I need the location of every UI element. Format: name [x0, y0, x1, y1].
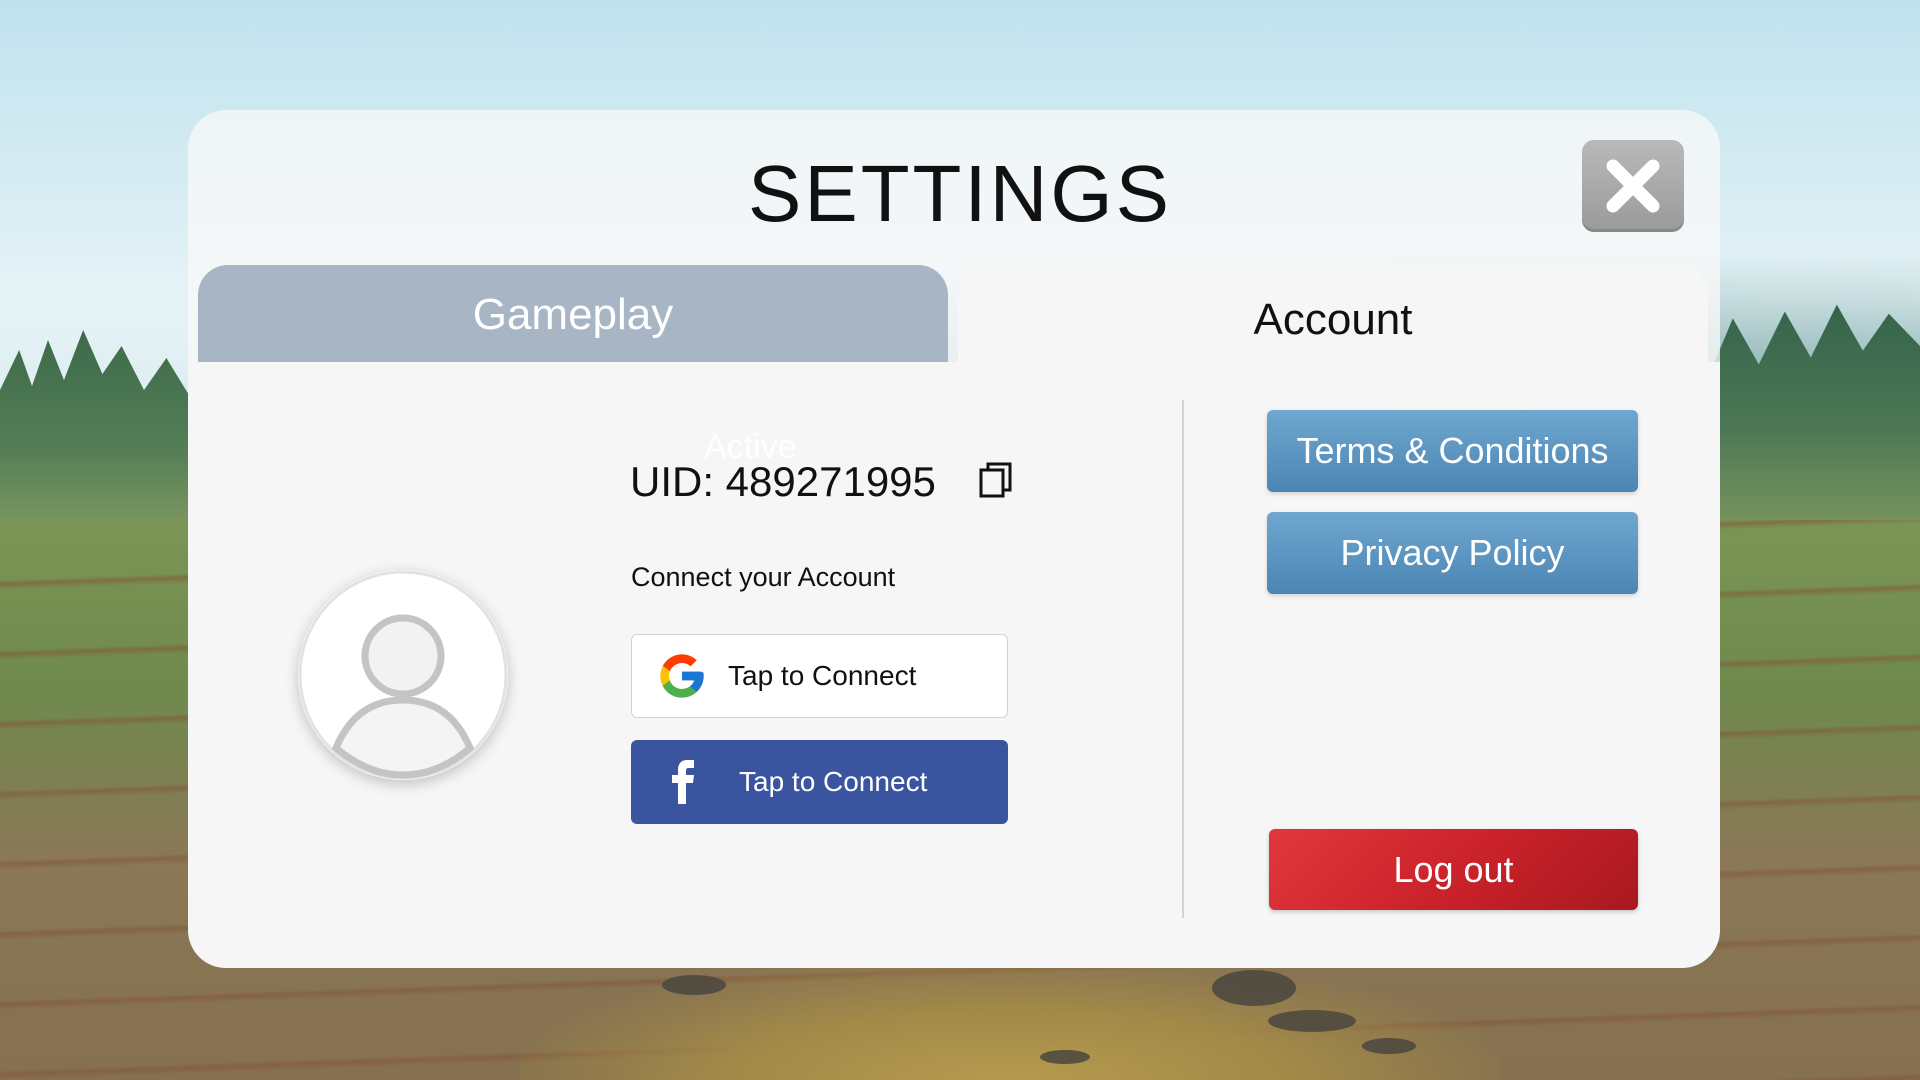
close-button[interactable] — [1582, 140, 1684, 232]
stone — [1362, 1038, 1416, 1054]
stone — [1212, 970, 1296, 1006]
logout-label: Log out — [1393, 848, 1514, 890]
stone — [1268, 1010, 1356, 1032]
terms-button[interactable]: Terms & Conditions — [1267, 410, 1638, 492]
facebook-icon — [672, 760, 694, 804]
copy-icon[interactable] — [978, 460, 1014, 500]
logout-button[interactable]: Log out — [1269, 829, 1638, 910]
section-divider — [1182, 400, 1184, 918]
uid-text: UID: 489271995 — [630, 458, 936, 505]
facebook-connect-label: Tap to Connect — [739, 766, 928, 797]
privacy-policy-button[interactable]: Privacy Policy — [1267, 512, 1638, 594]
facebook-connect-button[interactable]: Tap to Connect — [631, 740, 1008, 824]
close-x-icon — [1606, 159, 1660, 213]
google-connect-label: Tap to Connect — [728, 660, 917, 691]
tab-gameplay[interactable]: Gameplay — [198, 265, 948, 365]
terms-label: Terms & Conditions — [1296, 430, 1609, 471]
stone — [1040, 1050, 1090, 1064]
user-avatar-icon — [298, 570, 508, 780]
tab-gameplay-label: Gameplay — [472, 290, 674, 339]
google-connect-button[interactable]: Tap to Connect — [631, 634, 1008, 718]
tab-account[interactable]: Account — [958, 265, 1708, 375]
avatar — [298, 570, 508, 780]
connect-account-label: Connect your Account — [631, 562, 896, 592]
privacy-policy-label: Privacy Policy — [1340, 532, 1565, 573]
tab-account-label: Account — [1253, 295, 1413, 344]
stone — [662, 975, 726, 995]
google-icon — [660, 654, 704, 698]
